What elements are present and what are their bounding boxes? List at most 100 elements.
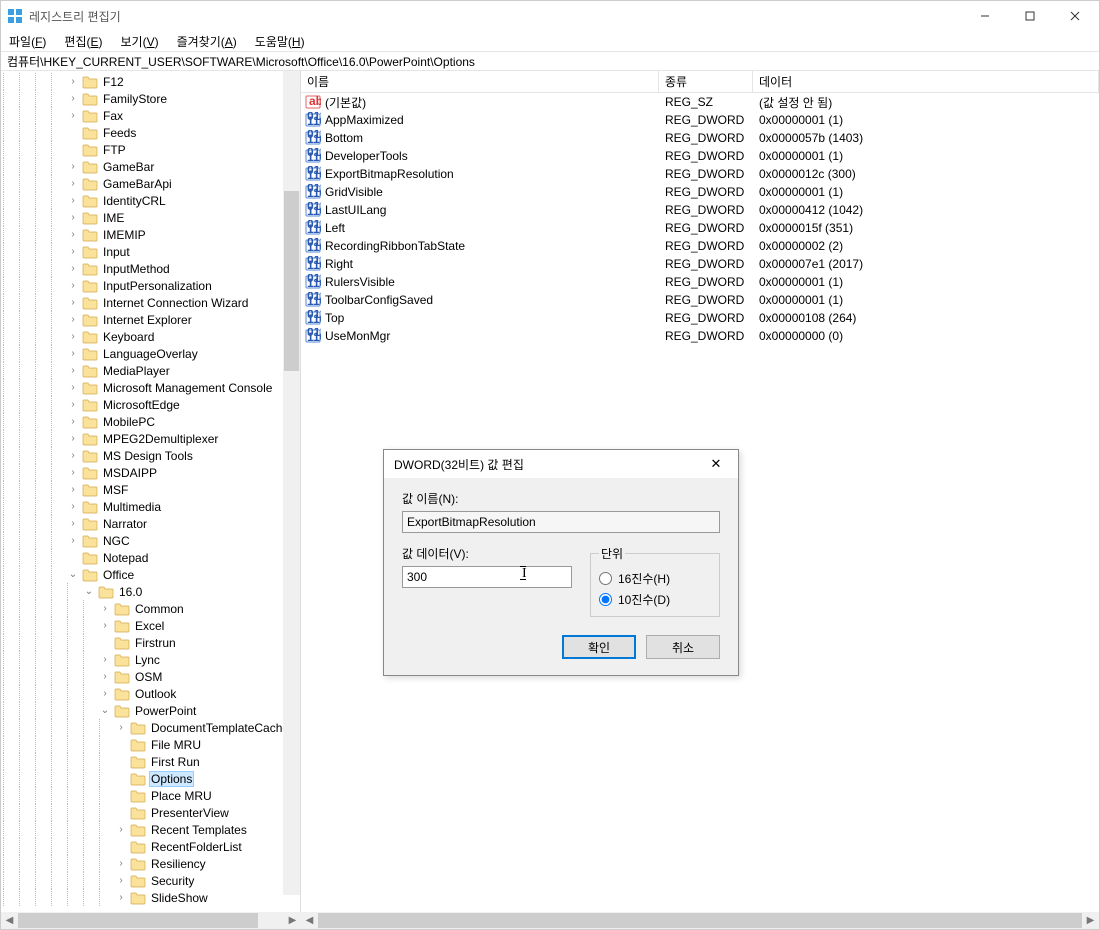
tree-item-resiliency[interactable]: ›Resiliency [3,855,300,872]
value-row[interactable]: (기본값)REG_SZ(값 설정 안 됨) [301,93,1099,111]
tree-item-feeds[interactable]: ›Feeds [3,124,300,141]
tree-item-16.0[interactable]: ⌄16.0 [3,583,300,600]
tree-item-narrator[interactable]: ›Narrator [3,515,300,532]
expand-icon[interactable]: › [99,671,111,682]
tree-item-mediaplayer[interactable]: ›MediaPlayer [3,362,300,379]
tree-item-microsoft-management-console[interactable]: ›Microsoft Management Console [3,379,300,396]
expand-icon[interactable]: › [67,229,79,240]
expand-icon[interactable]: › [67,348,79,359]
expand-icon[interactable]: ⌄ [99,705,111,716]
tree-item-keyboard[interactable]: ›Keyboard [3,328,300,345]
expand-icon[interactable]: › [67,433,79,444]
expand-icon[interactable]: › [67,263,79,274]
value-row[interactable]: RightREG_DWORD0x000007e1 (2017) [301,255,1099,273]
value-row[interactable]: LeftREG_DWORD0x0000015f (351) [301,219,1099,237]
value-row[interactable]: TopREG_DWORD0x00000108 (264) [301,309,1099,327]
tree-item-office[interactable]: ⌄Office [3,566,300,583]
tree-item-f12[interactable]: ›F12 [3,73,300,90]
expand-icon[interactable]: › [67,450,79,461]
expand-icon[interactable]: › [67,246,79,257]
menu-도움말[interactable]: 도움말(H) [251,31,309,52]
value-row[interactable]: ToolbarConfigSavedREG_DWORD0x00000001 (1… [301,291,1099,309]
tree-item-file-mru[interactable]: ›File MRU [3,736,300,753]
tree-horizontal-scrollbar[interactable]: ◀▶ [1,912,301,929]
dialog-titlebar[interactable]: DWORD(32비트) 값 편집 ✕ [384,450,738,478]
tree-pane[interactable]: ›F12›FamilyStore›Fax›Feeds›FTP›GameBar›G… [1,71,301,912]
menu-보기[interactable]: 보기(V) [117,31,163,52]
tree-item-documenttemplatecache[interactable]: ›DocumentTemplateCache [3,719,300,736]
ok-button[interactable]: 확인 [562,635,636,659]
radio-dec[interactable]: 10진수(D) [599,591,711,608]
maximize-button[interactable] [1007,1,1052,31]
expand-icon[interactable]: › [67,416,79,427]
menu-파일[interactable]: 파일(F) [5,31,50,52]
value-row[interactable]: ExportBitmapResolutionREG_DWORD0x0000012… [301,165,1099,183]
expand-icon[interactable]: › [99,688,111,699]
expand-icon[interactable]: › [67,535,79,546]
expand-icon[interactable]: › [67,93,79,104]
tree-item-slideshow[interactable]: ›SlideShow [3,889,300,906]
tree-item-multimedia[interactable]: ›Multimedia [3,498,300,515]
tree-item-excel[interactable]: ›Excel [3,617,300,634]
expand-icon[interactable]: ⌄ [67,569,79,580]
tree-item-languageoverlay[interactable]: ›LanguageOverlay [3,345,300,362]
name-field[interactable] [402,511,720,533]
tree-item-ms-design-tools[interactable]: ›MS Design Tools [3,447,300,464]
tree-item-osm[interactable]: ›OSM [3,668,300,685]
expand-icon[interactable]: › [67,76,79,87]
tree-item-msdaipp[interactable]: ›MSDAIPP [3,464,300,481]
col-type[interactable]: 종류 [659,71,753,92]
menu-즐겨찾기[interactable]: 즐겨찾기(A) [173,31,241,52]
tree-item-options[interactable]: ›Options [3,770,300,787]
value-row[interactable]: UseMonMgrREG_DWORD0x00000000 (0) [301,327,1099,345]
tree-item-presenterview[interactable]: ›PresenterView [3,804,300,821]
list-horizontal-scrollbar[interactable]: ◀▶ [301,912,1099,929]
expand-icon[interactable]: › [115,722,127,733]
expand-icon[interactable]: › [67,161,79,172]
tree-item-identitycrl[interactable]: ›IdentityCRL [3,192,300,209]
tree-item-gamebar[interactable]: ›GameBar [3,158,300,175]
tree-item-mobilepc[interactable]: ›MobilePC [3,413,300,430]
expand-icon[interactable]: › [67,399,79,410]
expand-icon[interactable]: › [115,875,127,886]
expand-icon[interactable]: › [67,280,79,291]
tree-item-place-mru[interactable]: ›Place MRU [3,787,300,804]
value-row[interactable]: DeveloperToolsREG_DWORD0x00000001 (1) [301,147,1099,165]
tree-item-ime[interactable]: ›IME [3,209,300,226]
tree-item-common[interactable]: ›Common [3,600,300,617]
value-row[interactable]: GridVisibleREG_DWORD0x00000001 (1) [301,183,1099,201]
expand-icon[interactable]: › [67,110,79,121]
tree-item-firstrun[interactable]: ›Firstrun [3,634,300,651]
col-name[interactable]: 이름 [301,71,659,92]
tree-item-mpeg2demultiplexer[interactable]: ›MPEG2Demultiplexer [3,430,300,447]
value-row[interactable]: LastUILangREG_DWORD0x00000412 (1042) [301,201,1099,219]
expand-icon[interactable]: › [67,331,79,342]
tree-item-input[interactable]: ›Input [3,243,300,260]
expand-icon[interactable]: › [67,178,79,189]
tree-item-msf[interactable]: ›MSF [3,481,300,498]
expand-icon[interactable]: › [67,314,79,325]
expand-icon[interactable]: › [67,212,79,223]
tree-item-fax[interactable]: ›Fax [3,107,300,124]
expand-icon[interactable]: › [115,858,127,869]
minimize-button[interactable] [962,1,1007,31]
tree-item-notepad[interactable]: ›Notepad [3,549,300,566]
tree-item-powerpoint[interactable]: ⌄PowerPoint [3,702,300,719]
tree-item-internet-explorer[interactable]: ›Internet Explorer [3,311,300,328]
close-button[interactable] [1052,1,1097,31]
tree-item-gamebarapi[interactable]: ›GameBarApi [3,175,300,192]
value-row[interactable]: BottomREG_DWORD0x0000057b (1403) [301,129,1099,147]
expand-icon[interactable]: › [67,365,79,376]
expand-icon[interactable]: › [115,892,127,903]
tree-item-security[interactable]: ›Security [3,872,300,889]
address-bar[interactable]: 컴퓨터\HKEY_CURRENT_USER\SOFTWARE\Microsoft… [1,51,1099,71]
expand-icon[interactable]: › [67,297,79,308]
tree-item-outlook[interactable]: ›Outlook [3,685,300,702]
tree-item-recent-templates[interactable]: ›Recent Templates [3,821,300,838]
expand-icon[interactable]: › [99,654,111,665]
tree-item-first-run[interactable]: ›First Run [3,753,300,770]
list-header[interactable]: 이름 종류 데이터 [301,71,1099,93]
data-field[interactable] [402,566,572,588]
expand-icon[interactable]: › [115,824,127,835]
dialog-close-icon[interactable]: ✕ [704,456,728,472]
